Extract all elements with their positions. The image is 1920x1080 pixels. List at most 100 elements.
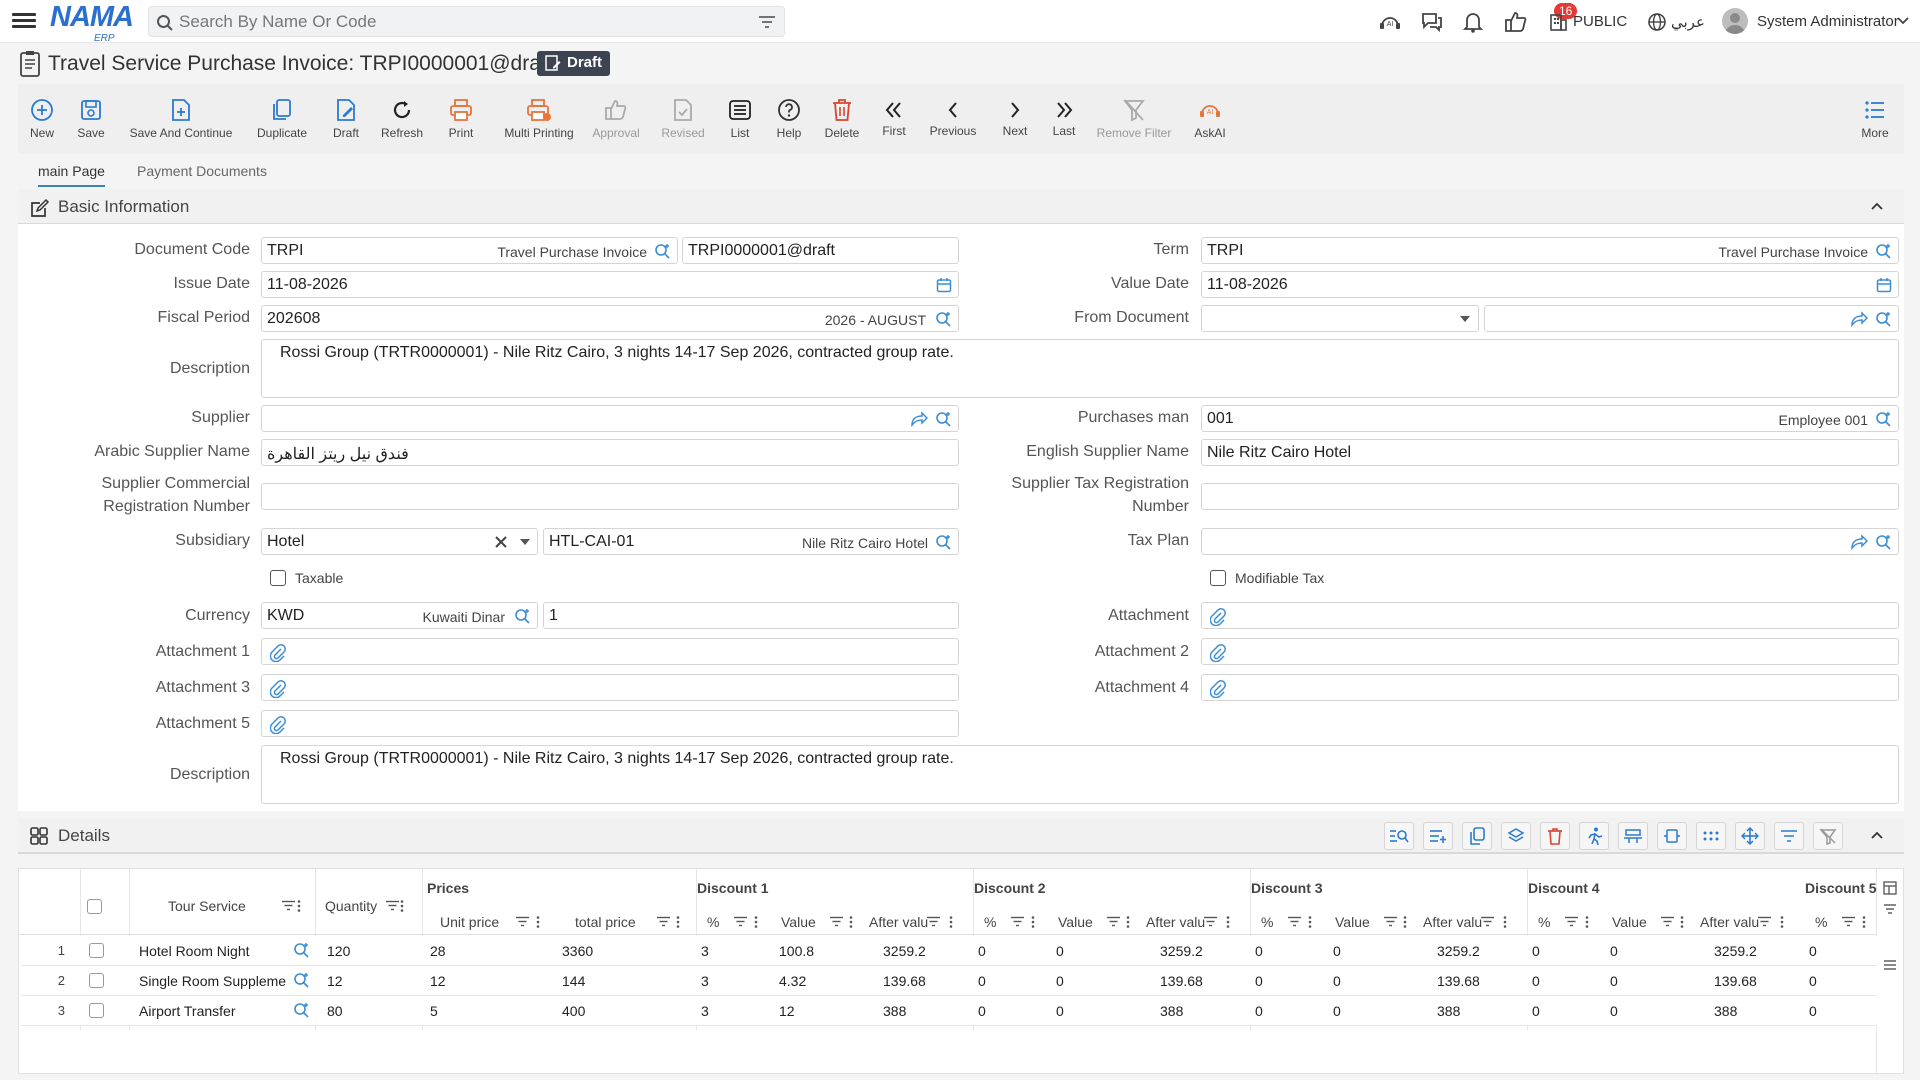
- column-d2-after-value[interactable]: After valu: [1146, 914, 1205, 930]
- column-menu-icon[interactable]: [1780, 916, 1784, 928]
- paperclip-icon[interactable]: [270, 644, 286, 662]
- cell-d1-percent[interactable]: 3: [701, 943, 709, 959]
- cell-d4-after-value[interactable]: 388: [1714, 1003, 1737, 1019]
- column-total-price[interactable]: total price: [575, 914, 636, 930]
- column-chooser-icon[interactable]: [1883, 881, 1897, 895]
- cell-tour-service[interactable]: Hotel Room Night: [139, 943, 289, 959]
- cell-d1-percent[interactable]: 3: [701, 973, 709, 989]
- language-switch[interactable]: عربي: [1671, 13, 1705, 31]
- column-d4-percent[interactable]: %: [1538, 914, 1550, 930]
- print-button[interactable]: Print: [446, 96, 476, 140]
- cell-d3-percent[interactable]: 0: [1255, 1003, 1263, 1019]
- paperclip-icon[interactable]: [270, 680, 286, 698]
- column-menu-icon[interactable]: [1126, 916, 1130, 928]
- grid-dots-button[interactable]: [1696, 822, 1726, 850]
- currency-rate-field[interactable]: 1: [543, 602, 959, 629]
- cell-d2-percent[interactable]: 0: [978, 1003, 986, 1019]
- cell-d1-value[interactable]: 12: [779, 1003, 795, 1019]
- cell-d5-percent[interactable]: 0: [1809, 1003, 1817, 1019]
- column-filter-icon[interactable]: [830, 916, 843, 927]
- cell-d3-after-value[interactable]: 3259.2: [1437, 943, 1480, 959]
- cell-d5-percent[interactable]: 0: [1809, 943, 1817, 959]
- cell-d2-after-value[interactable]: 3259.2: [1160, 943, 1203, 959]
- lookup-icon[interactable]: [935, 411, 952, 428]
- column-unit-price[interactable]: Unit price: [440, 914, 499, 930]
- cell-tour-service[interactable]: Airport Transfer: [139, 1003, 289, 1019]
- search-input[interactable]: [179, 12, 739, 32]
- caret-down-icon[interactable]: [520, 539, 530, 545]
- remove-filter-button[interactable]: Remove Filter: [1094, 96, 1174, 140]
- nama-logo[interactable]: NAMA ERP: [50, 3, 134, 45]
- grid-move-button[interactable]: [1735, 822, 1765, 850]
- cell-tour-service[interactable]: Single Room Suppleme: [139, 973, 289, 989]
- cell-d3-percent[interactable]: 0: [1255, 973, 1263, 989]
- value-date-field[interactable]: 11-08-2026: [1201, 271, 1899, 298]
- column-filter-icon[interactable]: [1565, 916, 1578, 927]
- cell-d1-after-value[interactable]: 388: [883, 1003, 906, 1019]
- column-filter-icon[interactable]: [282, 900, 295, 911]
- document-code-field[interactable]: TRPI Travel Purchase Invoice: [261, 237, 678, 264]
- save-button[interactable]: Save: [76, 96, 106, 140]
- chat-icon[interactable]: [1420, 10, 1444, 34]
- globe-icon[interactable]: [1647, 12, 1667, 32]
- supplier-field[interactable]: [261, 405, 959, 432]
- column-menu-icon[interactable]: [1031, 916, 1035, 928]
- column-filter-icon[interactable]: [1842, 916, 1855, 927]
- grid-delete-button[interactable]: [1540, 822, 1570, 850]
- column-menu-icon[interactable]: [297, 900, 301, 912]
- column-menu-icon[interactable]: [536, 916, 540, 928]
- cell-d2-percent[interactable]: 0: [978, 973, 986, 989]
- filter-icon[interactable]: [758, 14, 776, 30]
- save-and-continue-button[interactable]: Save And Continue: [129, 96, 233, 140]
- hamburger-menu-icon[interactable]: [1883, 959, 1897, 971]
- column-d1-after-value[interactable]: After valu: [869, 914, 928, 930]
- table-row[interactable]: 2 Single Room Suppleme 12 12 144 3 4.32 139.68 0…: [21, 966, 1877, 996]
- approvals-icon[interactable]: [1504, 10, 1528, 34]
- user-name[interactable]: System Administrator: [1757, 13, 1899, 30]
- approval-button[interactable]: Approval: [590, 96, 642, 140]
- ai-assistant-icon[interactable]: AI: [1378, 10, 1402, 34]
- attachment2-field[interactable]: [1201, 638, 1899, 665]
- lookup-icon[interactable]: [1875, 534, 1892, 551]
- supplier-cr-field[interactable]: [261, 483, 959, 510]
- caret-down-icon[interactable]: [1460, 316, 1470, 322]
- grid-fit-button[interactable]: [1657, 822, 1687, 850]
- column-tour-service[interactable]: Tour Service: [168, 898, 246, 914]
- cell-d4-after-value[interactable]: 139.68: [1714, 973, 1757, 989]
- paperclip-icon[interactable]: [270, 716, 286, 734]
- cell-d3-percent[interactable]: 0: [1255, 943, 1263, 959]
- clear-icon[interactable]: [495, 536, 507, 548]
- cell-d2-after-value[interactable]: 139.68: [1160, 973, 1203, 989]
- column-filter-icon[interactable]: [516, 916, 529, 927]
- cell-d4-after-value[interactable]: 3259.2: [1714, 943, 1757, 959]
- column-menu-icon[interactable]: [754, 916, 758, 928]
- cell-d1-value[interactable]: 100.8: [779, 943, 814, 959]
- cell-quantity[interactable]: 120: [327, 943, 350, 959]
- revised-button[interactable]: Revised: [660, 96, 706, 140]
- calendar-icon[interactable]: [936, 277, 952, 293]
- last-button[interactable]: Last: [1050, 94, 1078, 138]
- cell-d3-value[interactable]: 0: [1333, 973, 1341, 989]
- calendar-icon[interactable]: [1876, 277, 1892, 293]
- grid-layers-button[interactable]: [1501, 822, 1531, 850]
- column-menu-icon[interactable]: [849, 916, 853, 928]
- arabic-supplier-field[interactable]: فندق نيل ريتز القاهرة: [261, 439, 959, 466]
- grid-filter-button[interactable]: [1774, 822, 1804, 850]
- description-textarea[interactable]: Rossi Group (TRTR0000001) - Nile Ritz Ca…: [261, 339, 1899, 398]
- column-d4-after-value[interactable]: After valu: [1700, 914, 1759, 930]
- english-supplier-field[interactable]: Nile Ritz Cairo Hotel: [1201, 439, 1899, 466]
- cell-d1-after-value[interactable]: 3259.2: [883, 943, 926, 959]
- table-row[interactable]: 3 Airport Transfer 80 5 400 3 12 388 0 0 388 0 0 388 0…: [21, 996, 1877, 1026]
- cell-d2-value[interactable]: 0: [1056, 1003, 1064, 1019]
- cell-d2-percent[interactable]: 0: [978, 943, 986, 959]
- lookup-icon[interactable]: [1875, 311, 1892, 328]
- paperclip-icon[interactable]: [1210, 644, 1226, 662]
- column-menu-icon[interactable]: [1308, 916, 1312, 928]
- attachment1-field[interactable]: [261, 638, 959, 665]
- table-row[interactable]: 1 Hotel Room Night 120 28 3360 3 100.8 3259.2 0 0…: [21, 936, 1877, 966]
- column-filter-icon[interactable]: [1481, 916, 1494, 927]
- lookup-icon[interactable]: [1875, 243, 1892, 260]
- grid-copy-button[interactable]: [1462, 822, 1492, 850]
- cell-d5-percent[interactable]: 0: [1809, 973, 1817, 989]
- cell-quantity[interactable]: 12: [327, 973, 343, 989]
